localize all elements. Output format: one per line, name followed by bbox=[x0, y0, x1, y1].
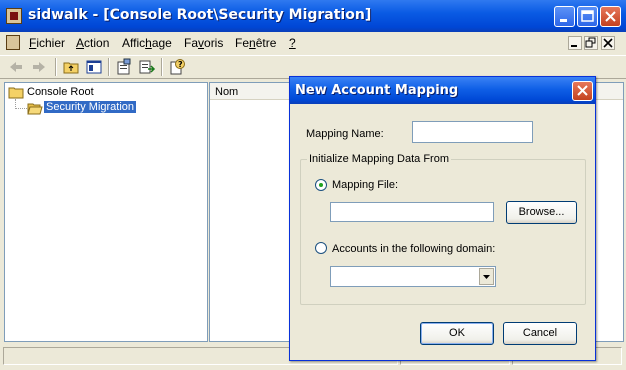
mapping-file-input[interactable] bbox=[330, 202, 494, 222]
up-one-level-button[interactable] bbox=[62, 58, 80, 76]
console-menu-icon[interactable] bbox=[6, 35, 20, 50]
show-hide-tree-button[interactable] bbox=[85, 58, 103, 76]
close-button[interactable] bbox=[600, 6, 621, 27]
domain-accounts-label[interactable]: Accounts in the following domain: bbox=[332, 243, 495, 255]
mapping-name-input[interactable] bbox=[412, 121, 533, 143]
menu-fichier[interactable]: Fichier bbox=[29, 36, 65, 50]
new-account-mapping-dialog: New Account Mapping Mapping Name: Initia… bbox=[289, 76, 596, 361]
mdi-close-button[interactable] bbox=[601, 36, 615, 50]
up-folder-icon bbox=[63, 62, 79, 74]
mapping-file-label[interactable]: Mapping File: bbox=[332, 179, 398, 191]
menu-accelerator: h bbox=[145, 36, 152, 50]
toolbar-separator bbox=[55, 58, 57, 76]
svg-text:?: ? bbox=[178, 60, 183, 69]
domain-select[interactable] bbox=[330, 266, 496, 287]
mdi-restore-button[interactable] bbox=[584, 36, 598, 50]
menu-affichage[interactable]: Affichage bbox=[122, 36, 172, 50]
console-tree-pane[interactable]: Console Root Security Migration bbox=[4, 82, 208, 342]
domain-dropdown-arrow[interactable] bbox=[479, 268, 494, 285]
minimize-button[interactable] bbox=[554, 6, 575, 27]
mapping-file-radio[interactable] bbox=[315, 179, 327, 191]
selected-node-label: Security Migration bbox=[44, 101, 137, 113]
ok-button[interactable]: OK bbox=[420, 322, 494, 345]
cancel-button[interactable]: Cancel bbox=[503, 322, 577, 345]
forward-arrow-icon bbox=[33, 62, 45, 72]
forward-button[interactable] bbox=[30, 58, 48, 76]
menu-accelerator: A bbox=[76, 36, 85, 50]
minimize-icon bbox=[571, 45, 577, 47]
menu-action[interactable]: Action bbox=[76, 36, 109, 50]
group-title: Initialize Mapping Data From bbox=[307, 153, 452, 165]
browse-button[interactable]: Browse... bbox=[506, 201, 577, 224]
column-header-nom[interactable]: Nom bbox=[215, 86, 238, 98]
back-arrow-icon bbox=[10, 62, 22, 72]
export-list-icon bbox=[139, 60, 156, 74]
menu-accelerator: v bbox=[198, 36, 205, 50]
close-icon bbox=[603, 38, 613, 48]
menu-help[interactable]: ? bbox=[289, 36, 296, 50]
close-icon bbox=[605, 11, 616, 22]
maximize-button[interactable] bbox=[577, 6, 598, 27]
close-icon bbox=[577, 85, 588, 96]
toolbar-separator bbox=[161, 58, 163, 76]
menu-favoris[interactable]: Favoris bbox=[184, 36, 223, 50]
mmc-app-icon[interactable] bbox=[6, 8, 22, 24]
window-title: sidwalk - [Console Root\Security Migrati… bbox=[28, 7, 372, 23]
maximize-icon bbox=[581, 10, 594, 22]
dialog-title-bar[interactable]: New Account Mapping bbox=[290, 77, 595, 104]
dialog-title: New Account Mapping bbox=[295, 83, 459, 98]
properties-icon bbox=[117, 58, 131, 75]
toolbar-separator bbox=[108, 58, 110, 76]
show-hide-tree-icon bbox=[86, 60, 102, 74]
properties-button[interactable] bbox=[115, 58, 133, 76]
domain-accounts-radio[interactable] bbox=[315, 242, 327, 254]
menu-accelerator: n bbox=[249, 36, 256, 50]
mdi-minimize-button[interactable] bbox=[568, 36, 582, 50]
open-folder-icon bbox=[27, 103, 43, 115]
help-button[interactable]: ? bbox=[168, 58, 186, 76]
help-icon: ? bbox=[170, 59, 185, 75]
mapping-name-label: Mapping Name: bbox=[306, 128, 384, 140]
menu-accelerator: ? bbox=[289, 36, 296, 50]
tree-connector bbox=[15, 108, 27, 109]
menu-fenetre[interactable]: Fenêtre bbox=[235, 36, 276, 50]
folder-icon bbox=[8, 87, 24, 99]
export-list-button[interactable] bbox=[138, 58, 156, 76]
minimize-icon bbox=[560, 19, 567, 22]
chevron-down-icon bbox=[483, 275, 490, 279]
dialog-close-button[interactable] bbox=[572, 81, 593, 101]
restore-icon bbox=[585, 37, 596, 48]
menu-accelerator: F bbox=[29, 36, 37, 50]
back-button[interactable] bbox=[7, 58, 25, 76]
main-window: sidwalk - [Console Root\Security Migrati… bbox=[0, 0, 626, 370]
tree-node-console-root[interactable]: Console Root bbox=[27, 86, 94, 98]
tree-node-security-migration[interactable]: Security Migration bbox=[44, 101, 137, 113]
